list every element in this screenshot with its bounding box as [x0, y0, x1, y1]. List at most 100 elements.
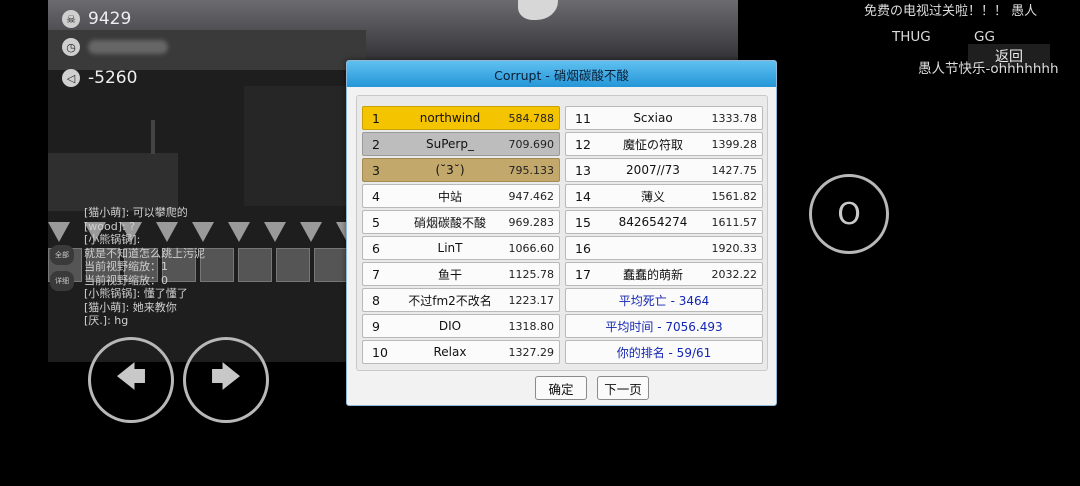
- arrow-right-icon: 🡆: [210, 359, 242, 395]
- spike: [228, 222, 250, 242]
- player-name: 魔怔の符取: [622, 137, 683, 152]
- leaderboard-row: 4 中站 947.462: [362, 184, 560, 208]
- finish-time: 2032.22: [711, 267, 758, 281]
- chat-line: [wood]: ?: [84, 219, 136, 233]
- player-name: Relax: [433, 345, 467, 359]
- rank-number: 15: [575, 214, 591, 230]
- deaths-stat: ☠ 9429: [62, 9, 131, 29]
- player-name: 蠢蠢的萌新: [622, 267, 683, 282]
- chat-line: [小熊锅锅]:: [84, 233, 141, 246]
- finish-time: 1333.78: [711, 111, 758, 125]
- finish-time: 1920.33: [711, 241, 758, 255]
- next-page-button[interactable]: 下一页: [597, 376, 649, 400]
- chat-line: [猫小萌]: 她来教你: [84, 300, 177, 314]
- finish-time: 1327.29: [508, 345, 555, 359]
- player-name: Scxiao: [633, 111, 673, 125]
- your-rank: 你的排名 - 59/61: [565, 340, 763, 364]
- finish-time: 1399.28: [711, 137, 758, 151]
- rank-number: 14: [575, 188, 591, 204]
- time-value-redacted: [88, 40, 168, 54]
- leaderboard-dialog: Corrupt - 硝烟碳酸不酸 1 northwind 584.788 2 SuPer…: [346, 60, 777, 406]
- leaderboard-row: 5 硝烟碳酸不酸 969.283: [362, 210, 560, 234]
- player-name: 不过fm2不改名: [408, 293, 492, 308]
- level-block: [48, 153, 178, 211]
- jump-label: O: [837, 196, 861, 232]
- chat-tab-all[interactable]: 全部: [50, 245, 74, 265]
- leaderboard-row: 8 不过fm2不改名 1223.17: [362, 288, 560, 312]
- finish-time: 709.690: [508, 137, 555, 151]
- chat-line: [厌.]: hg: [84, 314, 129, 327]
- floor-tile: [314, 248, 348, 282]
- dialog-title: Corrupt - 硝烟碳酸不酸: [347, 61, 776, 87]
- leaderboard-row: 1 northwind 584.788: [362, 106, 560, 130]
- confirm-button[interactable]: 确定: [535, 376, 587, 400]
- player-name: 842654274: [618, 215, 688, 229]
- rank-number: 17: [575, 266, 591, 282]
- finish-time: 1318.80: [508, 319, 555, 333]
- rank-number: 5: [372, 214, 380, 230]
- finish-time: 1427.75: [711, 163, 758, 177]
- deaths-value: 9429: [88, 9, 132, 29]
- flag-icon: ◁: [62, 69, 80, 87]
- finish-time: 1125.78: [508, 267, 555, 281]
- leaderboard-row: 3 (˘3˘) 795.133: [362, 158, 560, 182]
- position-stat: ◁ -5260: [62, 68, 137, 88]
- arrow-left-icon: 🡄: [115, 359, 147, 395]
- floor-tile: [200, 248, 234, 282]
- player-name: GG: [974, 29, 995, 45]
- player-name: northwind: [419, 111, 481, 125]
- move-right-button[interactable]: 🡆: [183, 337, 269, 423]
- player-name: THUG: [892, 29, 931, 45]
- player-name: SuPerp_: [426, 137, 474, 151]
- rank-number: 16: [575, 240, 591, 256]
- move-left-button[interactable]: 🡄: [88, 337, 174, 423]
- finish-time: 1223.17: [508, 293, 555, 307]
- player-name: 硝烟碳酸不酸: [413, 215, 486, 230]
- spike: [264, 222, 286, 242]
- player-name: 中站: [437, 189, 462, 204]
- chat-line: [小熊锅锅]: 懂了懂了: [84, 287, 188, 300]
- rank-number: 3: [372, 162, 380, 178]
- leaderboard-row: 13 2007//73 1427.75: [565, 158, 763, 182]
- leaderboard-row: 16 1920.33: [565, 236, 763, 260]
- skull-icon: ☠: [62, 10, 80, 28]
- leaderboard-table: 1 northwind 584.788 2 SuPerp_ 709.690 3 (˘3˘) 79…: [356, 95, 768, 371]
- rank-number: 6: [372, 240, 380, 256]
- time-stat: ◷: [62, 38, 168, 56]
- player-name: 2007//73: [626, 163, 680, 177]
- rank-number: 12: [575, 136, 591, 152]
- leaderboard-row: 6 LinT 1066.60: [362, 236, 560, 260]
- marquee-text: 免费の电视过关啦！！！ 愚人: [864, 4, 1038, 19]
- average-time: 平均时间 - 7056.493: [565, 314, 763, 338]
- finish-time: 1066.60: [508, 241, 555, 255]
- leaderboard-row: 9 DIO 1318.80: [362, 314, 560, 338]
- chat-line: 就是不知道怎么跳上污泥: [84, 246, 205, 260]
- finish-time: 1561.82: [711, 189, 758, 203]
- level-pole: [151, 120, 155, 154]
- finish-time: 1611.57: [711, 215, 758, 229]
- leaderboard-row: 7 鱼干 1125.78: [362, 262, 560, 286]
- clock-icon: ◷: [62, 38, 80, 56]
- leaderboard-row: 2 SuPerp_ 709.690: [362, 132, 560, 156]
- jump-button[interactable]: O: [809, 174, 889, 254]
- spike: [300, 222, 322, 242]
- finish-time: 947.462: [508, 189, 555, 203]
- chat-log: [猫小萌]: 可以攀爬的 [wood]: ? [小熊锅锅]: 就是不知道怎么跳上…: [84, 206, 205, 328]
- player-name: LinT: [437, 241, 463, 255]
- leaderboard-row: 17 蠢蠢的萌新 2032.22: [565, 262, 763, 286]
- rank-number: 4: [372, 188, 380, 204]
- average-deaths: 平均死亡 - 3464: [565, 288, 763, 312]
- chat-line: 当前视野缩放：1: [84, 260, 168, 273]
- rank-number: 8: [372, 292, 380, 308]
- position-value: -5260: [88, 68, 138, 88]
- player-name: 鱼干: [437, 267, 462, 282]
- rank-number: 13: [575, 162, 591, 178]
- player-name: (˘3˘): [435, 163, 465, 177]
- leaderboard-row: 15 842654274 1611.57: [565, 210, 763, 234]
- floor-tile: [276, 248, 310, 282]
- announcement-text: 愚人节快乐-ohhhhhhh: [918, 61, 1059, 77]
- chat-tab-detail[interactable]: 详细: [50, 271, 74, 291]
- rank-number: 11: [575, 110, 591, 126]
- finish-time: 969.283: [508, 215, 555, 229]
- finish-time: 584.788: [508, 111, 555, 125]
